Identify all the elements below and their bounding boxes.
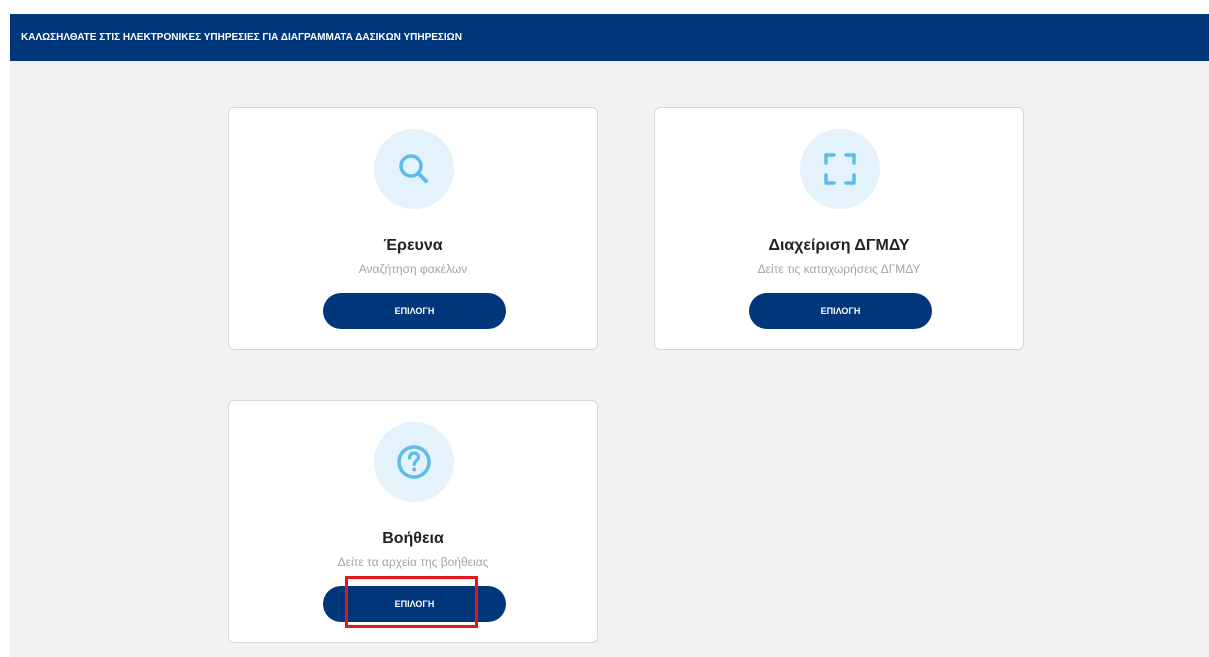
card-title: Διαχείριση ΔΓΜΔΥ bbox=[768, 237, 910, 254]
card-subtitle: Δείτε τις καταχωρήσεις ΔΓΜΔΥ bbox=[757, 262, 921, 276]
select-help-button[interactable]: ΕΠΙΛΟΓΗ bbox=[323, 586, 506, 622]
fullscreen-icon-circle bbox=[800, 129, 880, 209]
select-management-button[interactable]: ΕΠΙΛΟΓΗ bbox=[749, 293, 932, 329]
card-title: Έρευνα bbox=[383, 237, 443, 254]
card-management: Διαχείριση ΔΓΜΔΥ Δείτε τις καταχωρήσεις … bbox=[654, 107, 1024, 350]
select-search-button[interactable]: ΕΠΙΛΟΓΗ bbox=[323, 293, 506, 329]
card-subtitle: Δείτε τα αρχεία της βοήθειας bbox=[337, 555, 489, 569]
help-icon-circle bbox=[374, 422, 454, 502]
card-search: Έρευνα Αναζήτηση φακέλων ΕΠΙΛΟΓΗ bbox=[228, 107, 598, 350]
help-icon bbox=[397, 445, 431, 479]
card-title: Βοήθεια bbox=[382, 530, 444, 547]
card-subtitle: Αναζήτηση φακέλων bbox=[358, 262, 468, 276]
welcome-banner: ΚΑΛΩΣΗΛΘΑΤΕ ΣΤΙΣ ΗΛΕΚΤΡΟΝΙΚΕΣ ΥΠΗΡΕΣΙΕΣ … bbox=[10, 14, 1209, 61]
search-icon bbox=[399, 154, 428, 183]
page: ΚΑΛΩΣΗΛΘΑΤΕ ΣΤΙΣ ΗΛΕΚΤΡΟΝΙΚΕΣ ΥΠΗΡΕΣΙΕΣ … bbox=[0, 0, 1209, 657]
fullscreen-icon bbox=[824, 153, 856, 185]
content-area bbox=[10, 61, 1209, 657]
card-help: Βοήθεια Δείτε τα αρχεία της βοήθειας ΕΠΙ… bbox=[228, 400, 598, 643]
search-icon-circle bbox=[374, 129, 454, 209]
banner-title: ΚΑΛΩΣΗΛΘΑΤΕ ΣΤΙΣ ΗΛΕΚΤΡΟΝΙΚΕΣ ΥΠΗΡΕΣΙΕΣ … bbox=[21, 32, 462, 43]
